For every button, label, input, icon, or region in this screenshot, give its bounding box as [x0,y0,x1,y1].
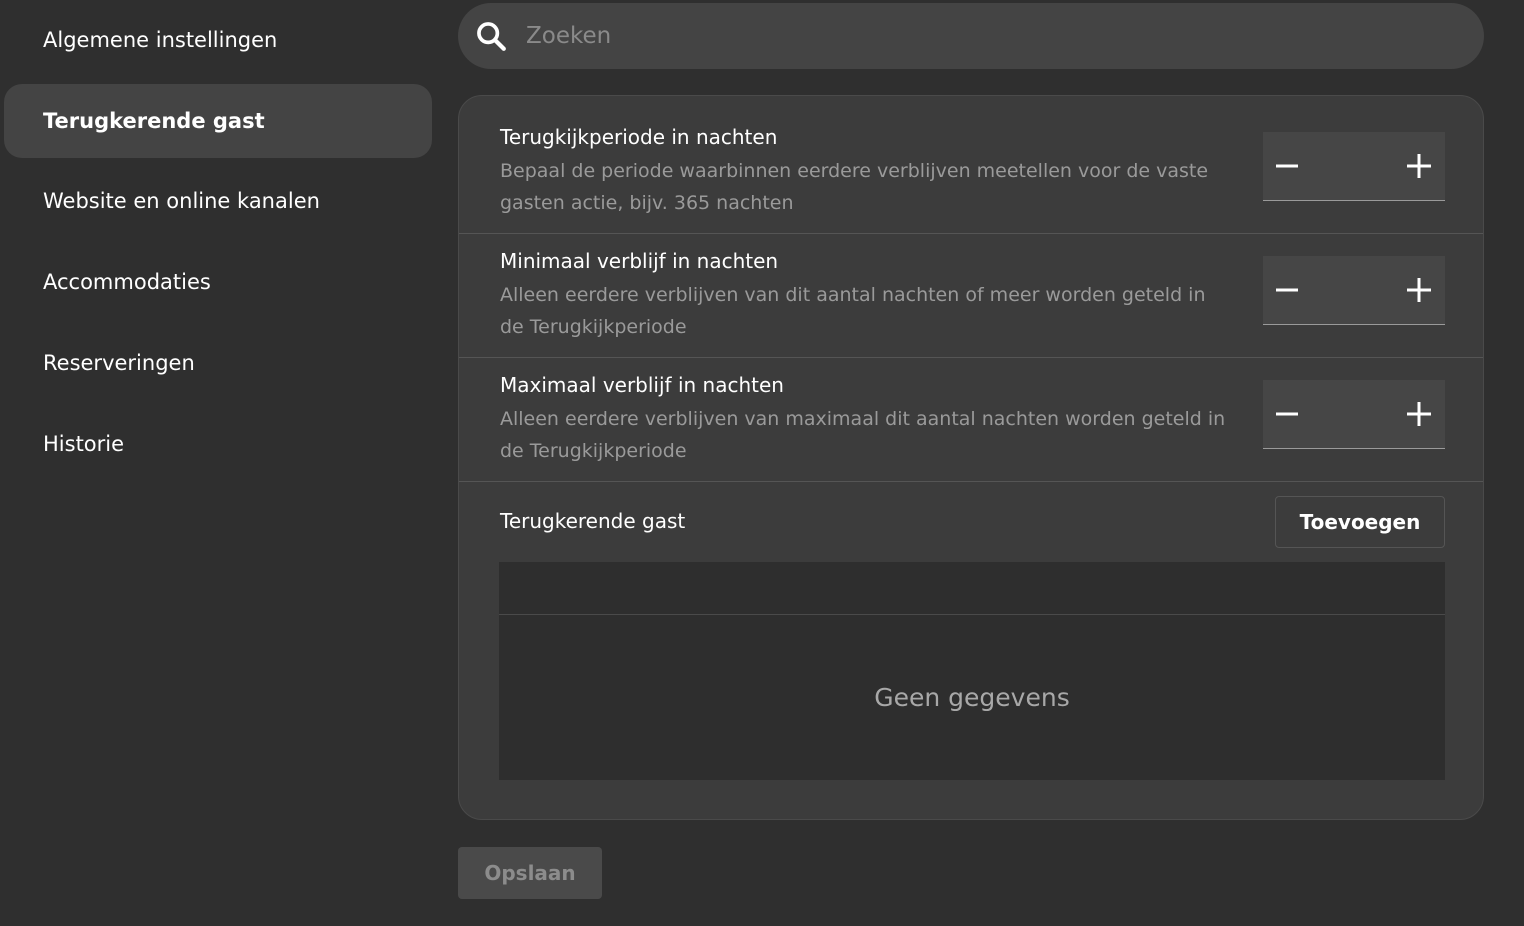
sidebar-item-label: Algemene instellingen [43,28,278,52]
setting-title: Minimaal verblijf in nachten [500,249,779,273]
sidebar-item-terugkerende-gast[interactable]: Terugkerende gast [4,84,432,158]
setting-description: Alleen eerdere verblijven van maximaal d… [500,408,1226,462]
sidebar-item-label: Terugkerende gast [43,109,265,133]
save-button[interactable]: Opslaan [458,847,602,899]
setting-title: Maximaal verblijf in nachten [500,373,784,397]
decrement-button[interactable] [1263,380,1311,448]
sidebar-item-label: Historie [43,432,125,456]
guest-section-title: Terugkerende gast [500,509,686,533]
setting-row-max-stay: Maximaal verblijf in nachten Alleen eerd… [459,358,1483,482]
sidebar-item-label: Website en online kanalen [43,189,320,213]
plus-icon [1407,154,1431,178]
minus-icon [1276,164,1298,168]
min-stay-stepper[interactable] [1263,256,1445,325]
sidebar-item-website-en-online-kanalen[interactable]: Website en online kanalen [4,164,432,238]
increment-button[interactable] [1395,132,1443,200]
decrement-button[interactable] [1263,132,1311,200]
decrement-button[interactable] [1263,256,1311,324]
sidebar-item-accommodaties[interactable]: Accommodaties [4,245,432,319]
empty-state-text: Geen gegevens [874,683,1070,712]
search-bar [458,3,1484,69]
guest-table: Geen gegevens [499,562,1445,780]
setting-description: Alleen eerdere verblijven van dit aantal… [500,284,1206,338]
plus-icon [1407,402,1431,426]
plus-icon [1407,278,1431,302]
increment-button[interactable] [1395,256,1443,324]
setting-description: Bepaal de periode waarbinnen eerdere ver… [500,160,1209,214]
add-button[interactable]: Toevoegen [1275,496,1445,548]
setting-row-min-stay: Minimaal verblijf in nachten Alleen eerd… [459,234,1483,358]
lookback-stepper[interactable] [1263,132,1445,201]
sidebar-item-reserveringen[interactable]: Reserveringen [4,326,432,400]
minus-icon [1276,288,1298,292]
increment-button[interactable] [1395,380,1443,448]
setting-row-lookback: Terugkijkperiode in nachten Bepaal de pe… [459,96,1483,234]
minus-icon [1276,412,1298,416]
sidebar-item-algemene-instellingen[interactable]: Algemene instellingen [4,3,432,77]
table-header [499,562,1445,615]
search-icon [477,22,506,51]
setting-title: Terugkijkperiode in nachten [500,125,778,149]
settings-card: Terugkijkperiode in nachten Bepaal de pe… [458,95,1484,820]
sidebar-item-historie[interactable]: Historie [4,407,432,481]
search-input[interactable] [524,22,1424,50]
sidebar-item-label: Reserveringen [43,351,195,375]
sidebar: Algemene instellingen Terugkerende gast … [0,0,440,926]
max-stay-stepper[interactable] [1263,380,1445,449]
sidebar-item-label: Accommodaties [43,270,211,294]
